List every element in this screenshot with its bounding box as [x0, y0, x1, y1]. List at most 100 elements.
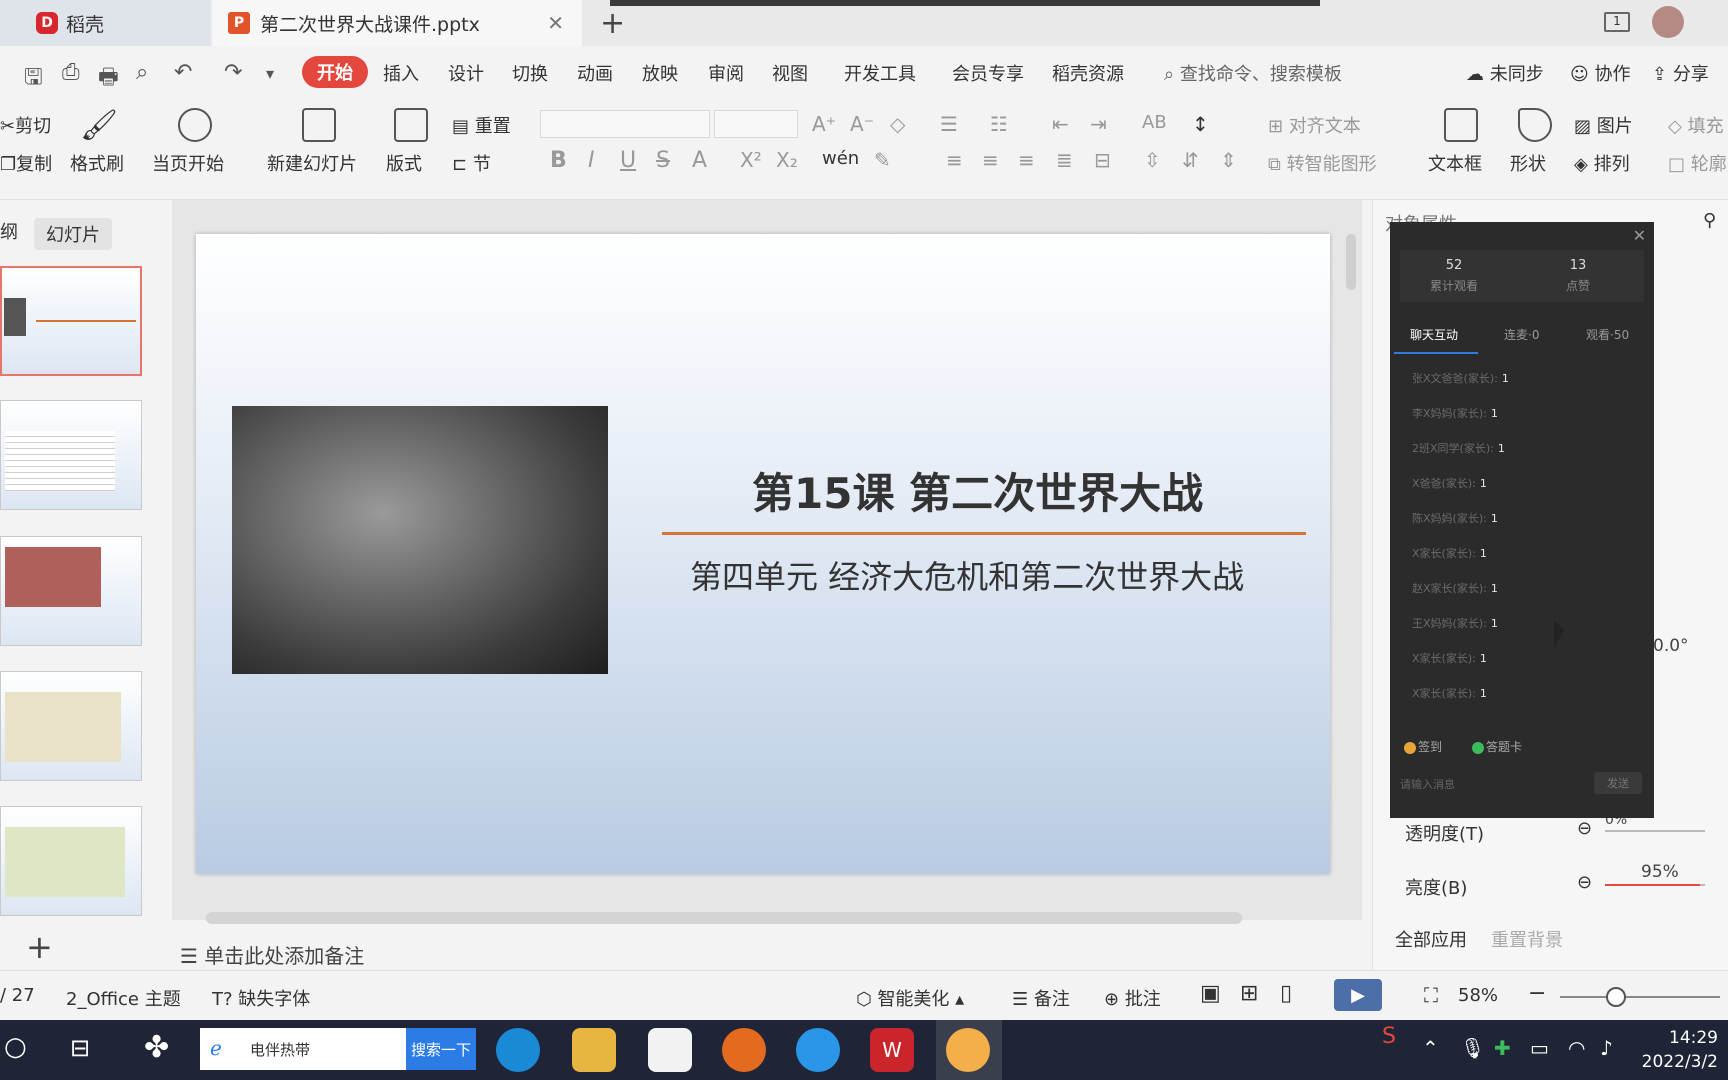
print-preview-icon[interactable]: ⌕	[136, 60, 148, 85]
textbox-button[interactable]: 文本框	[1428, 150, 1482, 176]
fill-button[interactable]: ◇ 填充	[1668, 112, 1724, 138]
format-painter-button[interactable]: 格式刷	[70, 150, 124, 176]
store-icon[interactable]	[648, 1028, 692, 1072]
slide-thumbnail[interactable]	[0, 400, 142, 510]
edge-icon[interactable]	[496, 1028, 540, 1072]
slide-thumbnail[interactable]	[0, 266, 142, 376]
wps-icon[interactable]: W	[870, 1028, 914, 1072]
menu-daoke-resources[interactable]: 稻壳资源	[1052, 60, 1124, 86]
transparency-minus-icon[interactable]: ⊖	[1577, 818, 1592, 839]
cut-button[interactable]: ✂剪切	[0, 112, 51, 138]
brightness-minus-icon[interactable]: ⊖	[1577, 872, 1592, 893]
align-text-button[interactable]: ⊞ 对齐文本	[1268, 112, 1361, 138]
normal-view-icon[interactable]: ▣	[1200, 981, 1221, 1006]
justify-icon[interactable]: ≣	[1056, 148, 1073, 172]
send-button[interactable]: 发送	[1594, 772, 1642, 794]
slide-subtitle[interactable]: 第四单元 经济大危机和第二次世界大战	[690, 552, 1244, 598]
increase-indent-icon[interactable]: ⇥	[1090, 112, 1107, 136]
export-pdf-icon[interactable]: ⎙	[62, 60, 80, 85]
tab-co-host[interactable]: 连麦·0	[1504, 326, 1539, 343]
security-icon[interactable]: ✚	[1494, 1036, 1511, 1060]
menu-transition[interactable]: 切换	[512, 60, 548, 86]
signin-button[interactable]: 签到	[1404, 738, 1442, 755]
smart-shape-button[interactable]: ⧉ 转智能图形	[1268, 150, 1377, 176]
align-right-icon[interactable]: ≡	[1018, 148, 1035, 172]
numbered-list-icon[interactable]: ☷	[990, 112, 1008, 136]
answer-card-button[interactable]: 答题卡	[1472, 738, 1522, 755]
tab-viewers[interactable]: 观看·50	[1586, 326, 1629, 343]
save-icon[interactable]: 🖫	[24, 60, 43, 98]
new-slide-button[interactable]: 新建幻灯片	[267, 150, 357, 176]
angle-value[interactable]: 0.0°	[1653, 636, 1689, 656]
menu-slideshow[interactable]: 放映	[642, 60, 678, 86]
task-view-icon[interactable]: ⊟	[70, 1034, 90, 1062]
chevron-up-icon[interactable]: ⌃	[1422, 1036, 1439, 1060]
menu-review[interactable]: 审阅	[708, 60, 744, 86]
zoom-level[interactable]: 58%	[1458, 985, 1498, 1006]
theme-name[interactable]: 2_Office 主题	[66, 985, 181, 1011]
shape-button[interactable]: 形状	[1510, 150, 1546, 176]
menu-design[interactable]: 设计	[448, 60, 484, 86]
tab-chat[interactable]: 聊天互动	[1410, 326, 1458, 343]
phonetic-icon[interactable]: wén	[822, 148, 859, 169]
reset-button[interactable]: ▤ 重置	[452, 112, 511, 138]
line-spacing-icon[interactable]: ↕	[1192, 112, 1209, 136]
arrange-button[interactable]: ◈ 排列	[1574, 150, 1630, 176]
section-button[interactable]: ⊏ 节	[452, 150, 491, 176]
bullet-list-icon[interactable]: ☰	[940, 112, 958, 136]
start-icon[interactable]: ○	[4, 1032, 27, 1062]
undo-icon[interactable]: ↶	[174, 60, 192, 85]
align-left-icon[interactable]: ≡	[946, 148, 963, 172]
microphone-icon[interactable]: 🎙	[1460, 1036, 1485, 1060]
line-spacing-2-icon[interactable]: ⇕	[1220, 148, 1237, 172]
taskbar-search-button[interactable]: 搜索一下	[406, 1028, 476, 1070]
slide-thumbnail[interactable]	[0, 536, 142, 646]
tab-outline[interactable]: 纲	[0, 218, 18, 244]
missing-font-button[interactable]: T? 缺失字体	[212, 985, 310, 1011]
volume-icon[interactable]: ♪	[1600, 1036, 1613, 1060]
add-slide-icon[interactable]: +	[26, 928, 53, 966]
reset-background-button[interactable]: 重置背景	[1491, 926, 1563, 952]
menu-animation[interactable]: 动画	[577, 60, 613, 86]
comment-button[interactable]: ⊕ 批注	[1104, 985, 1161, 1011]
search-input[interactable]: 查找命令、搜索模板	[1180, 64, 1342, 85]
browser-app-icon[interactable]	[722, 1028, 766, 1072]
menu-insert[interactable]: 插入	[383, 60, 419, 86]
apply-all-button[interactable]: 全部应用	[1395, 926, 1467, 952]
battery-icon[interactable]: ▭	[1530, 1036, 1549, 1060]
decrease-font-icon[interactable]: A⁻	[850, 112, 874, 136]
layout-button[interactable]: 版式	[386, 150, 422, 176]
customize-icon[interactable]: ▾	[266, 64, 274, 83]
decrease-indent-icon[interactable]: ⇤	[1052, 112, 1069, 136]
file-explorer-icon[interactable]	[572, 1028, 616, 1072]
superscript-icon[interactable]: X²	[740, 148, 762, 172]
feishu-icon[interactable]	[796, 1028, 840, 1072]
menu-developer[interactable]: 开发工具	[844, 60, 916, 86]
pin-icon[interactable]: ⚲	[1703, 210, 1716, 231]
bold-icon[interactable]: B	[550, 148, 567, 173]
slide-thumbnail[interactable]	[0, 671, 142, 781]
distribute-icon[interactable]: ⊟	[1094, 148, 1111, 172]
tab-slides[interactable]: 幻灯片	[34, 218, 112, 250]
text-direction-icon[interactable]: AB	[1142, 112, 1167, 133]
align-center-icon[interactable]: ≡	[982, 148, 999, 172]
avatar[interactable]	[1652, 6, 1684, 38]
new-tab-icon[interactable]: +	[600, 6, 625, 41]
highlight-icon[interactable]: ✎	[874, 148, 891, 172]
slideshow-play-button[interactable]: ▶	[1334, 979, 1382, 1011]
collaborate-button[interactable]: ☺ 协作	[1570, 60, 1631, 86]
font-family-select[interactable]	[540, 110, 710, 138]
strikethrough-icon[interactable]: S	[656, 148, 670, 173]
menu-view[interactable]: 视图	[772, 60, 808, 86]
message-input[interactable]: 请输入消息	[1400, 776, 1455, 792]
fit-window-icon[interactable]: ⛶	[1424, 983, 1438, 1007]
tab-daoke[interactable]: D 稻壳	[0, 0, 210, 46]
print-icon[interactable]: 🖶	[98, 60, 119, 98]
taskbar-search-input[interactable]: 电伴热带	[200, 1028, 406, 1070]
increase-font-icon[interactable]: A⁺	[812, 112, 836, 136]
sync-status[interactable]: ☁ 未同步	[1466, 60, 1544, 86]
reading-view-icon[interactable]: ▯	[1280, 981, 1292, 1006]
col-spacing-icon[interactable]: ⇳	[1144, 148, 1161, 172]
wifi-icon[interactable]: ◠	[1568, 1036, 1585, 1060]
vertical-scrollbar[interactable]	[1346, 234, 1356, 290]
